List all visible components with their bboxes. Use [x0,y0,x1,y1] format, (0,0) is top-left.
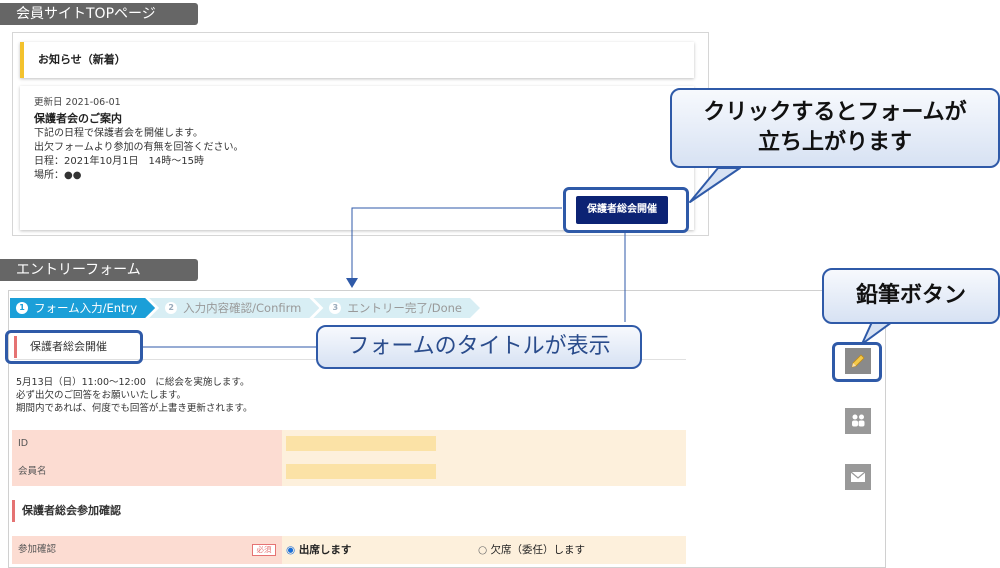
event-button-highlight [563,187,689,233]
member-name-label: 会員名 [12,458,282,486]
pencil-highlight [832,342,882,382]
notice-line: 下記の日程で保護者会を開催します。 [34,128,203,139]
step-label: フォーム入力/Entry [34,301,138,315]
required-badge: 必須 [252,544,276,556]
step-number: 3 [329,302,341,314]
form-intro: 5月13日（日）11:00〜12:00 に総会を実施します。 必ず出欠のご回答を… [16,376,252,415]
notice-line: 出欠フォームより参加の有無を回答ください。 [34,142,244,153]
id-row: ID [12,430,686,458]
step-indicator: 1 フォーム入力/Entry 2 入力内容確認/Confirm 3 エントリー完… [10,298,474,318]
step-number: 1 [16,302,28,314]
radio-absent[interactable]: ○ 欠席（委任）します [478,536,585,564]
notice-header: お知らせ（新着） [20,42,694,78]
radio-absent-label: 欠席（委任）します [490,544,586,556]
member-name-field[interactable] [286,464,436,479]
intro-line: 必ず出欠のご回答をお願いいたします。 [16,390,187,401]
attendance-value-cell: ◉ 出席します ○ 欠席（委任）します [282,536,686,564]
arrow-head [346,278,358,288]
radio-attend-label: 出席します [298,544,352,556]
id-label: ID [12,430,282,458]
pencil-callout: 鉛筆ボタン [822,268,1000,324]
member-name-row: 会員名 [12,458,686,486]
people-icon[interactable] [845,408,871,434]
step-number: 2 [165,302,177,314]
id-value-cell [282,430,686,458]
step-label: 入力内容確認/Confirm [183,301,302,315]
id-field[interactable] [286,436,436,451]
step-confirm: 2 入力内容確認/Confirm [149,298,319,318]
radio-attend[interactable]: ◉ 出席します [286,536,351,564]
mail-icon[interactable] [845,464,871,490]
step-label: エントリー完了/Done [347,301,462,315]
attendance-section-title: 保護者総会参加確認 [22,504,121,517]
form-title-highlight [5,330,143,364]
attendance-label: 参加確認 [12,536,282,564]
notice-line: 日程：2021年10月1日 14時〜15時 [34,156,204,167]
click-callout: クリックするとフォームが 立ち上がります [670,88,1000,168]
step-entry: 1 フォーム入力/Entry [10,298,155,318]
form-section-label: エントリーフォーム [0,259,198,281]
top-section-label: 会員サイトTOPページ [0,3,198,25]
radio-selected-icon: ◉ [286,544,296,556]
member-name-value-cell [282,458,686,486]
radio-unselected-icon: ○ [478,544,488,556]
title-callout: フォームのタイトルが表示 [316,325,642,369]
intro-line: 期間内であれば、何度でも回答が上書き更新されます。 [16,403,253,414]
intro-line: 5月13日（日）11:00〜12:00 に総会を実施します。 [16,377,250,388]
notice-line: 場所：●● [34,170,82,181]
notice-title: 保護者会のご案内 [34,112,122,125]
notice-date: 更新日 2021-06-01 [34,97,121,108]
step-done: 3 エントリー完了/Done [313,298,480,318]
attendance-row: 参加確認 必須 ◉ 出席します ○ 欠席（委任）します [12,536,686,564]
